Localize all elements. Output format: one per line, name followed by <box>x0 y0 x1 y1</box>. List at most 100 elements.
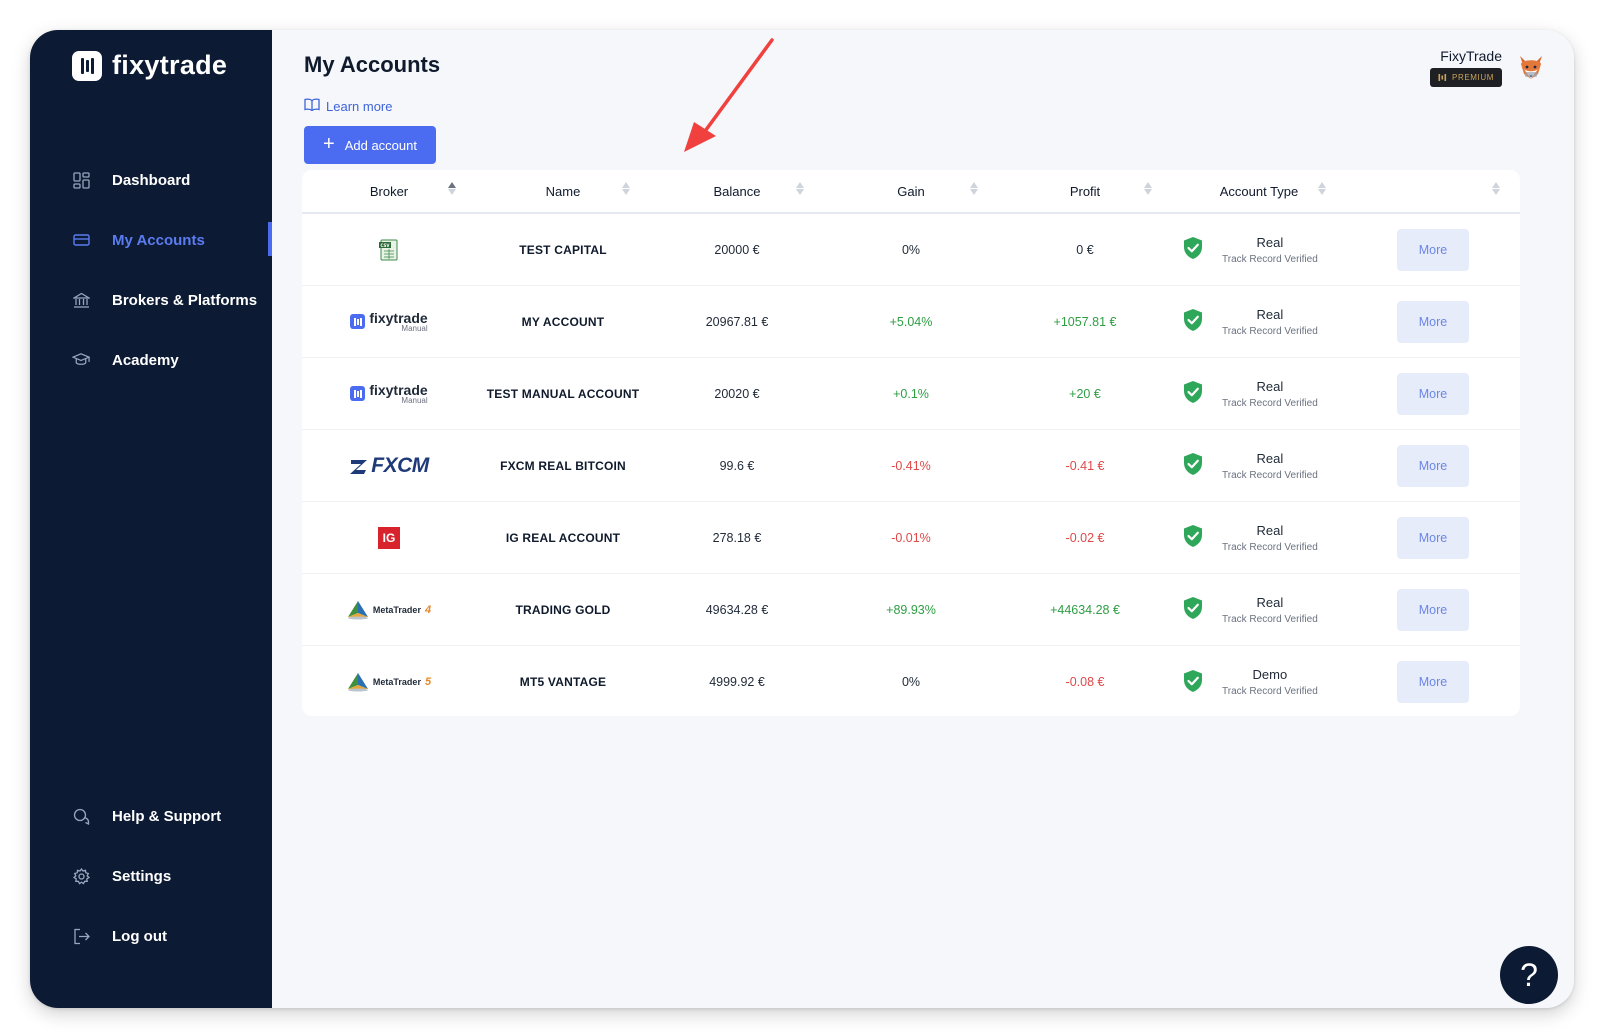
column-name[interactable]: Name <box>476 170 650 212</box>
column-account-type[interactable]: Account Type <box>1172 170 1346 212</box>
account-type-cell: Real Track Record Verified <box>1172 358 1346 429</box>
column-label: Balance <box>713 183 761 199</box>
account-name: MY ACCOUNT <box>521 314 605 329</box>
more-button[interactable]: More <box>1397 516 1469 559</box>
app-window: fixytrade Dashboard My Accounts Brokers … <box>30 30 1574 1008</box>
add-account-button[interactable]: + Add account <box>304 126 436 164</box>
verified-status: Track Record Verified <box>1222 469 1318 481</box>
column-label: Account Type <box>1219 183 1299 199</box>
account-type: Real <box>1256 522 1284 538</box>
premium-logo-icon <box>1438 74 1447 81</box>
help-button[interactable]: ? <box>1500 946 1558 1004</box>
account-name: FXCM REAL BITCOIN <box>500 458 626 473</box>
sidebar-item-label: Academy <box>112 351 179 369</box>
fox-avatar-icon[interactable] <box>1516 52 1546 82</box>
column-gain[interactable]: Gain <box>824 170 998 212</box>
add-account-label: Add account <box>344 137 417 153</box>
table-row: IG IG REAL ACCOUNT 278.18 € -0.01% -0.02 € Re… <box>302 502 1520 574</box>
sort-icon <box>1144 182 1152 195</box>
bank-icon <box>72 291 90 309</box>
sidebar-item-academy[interactable]: Academy <box>30 330 272 390</box>
more-button[interactable]: More <box>1397 444 1469 487</box>
more-button[interactable]: More <box>1397 300 1469 343</box>
broker-logo-sub: Manual <box>401 395 428 405</box>
main-content: My Accounts Learn more + Add account Fix… <box>272 30 1574 1008</box>
ig-broker-logo: IG <box>378 526 400 549</box>
account-name: IG REAL ACCOUNT <box>505 530 621 545</box>
account-balance: 278.18 € <box>712 530 762 545</box>
account-gain: +5.04% <box>889 314 933 329</box>
sidebar-item-help-support[interactable]: Help & Support <box>30 786 272 846</box>
table-row: fixytrade Manual TEST MANUAL ACCOUNT 20020 … <box>302 358 1520 430</box>
column-balance[interactable]: Balance <box>650 170 824 212</box>
sidebar-item-settings[interactable]: Settings <box>30 846 272 906</box>
user-profile[interactable]: FixyTrade PREMIUM <box>1430 48 1502 87</box>
sidebar-item-my-accounts[interactable]: My Accounts <box>30 210 272 270</box>
account-type: Real <box>1256 234 1284 250</box>
actions-cell: More <box>1346 646 1520 716</box>
sidebar-item-label: My Accounts <box>112 231 205 249</box>
account-type: Real <box>1256 594 1284 610</box>
account-gain: +0.1% <box>893 386 929 401</box>
sort-icon <box>796 182 804 195</box>
account-profit: -0.41 € <box>1065 458 1105 473</box>
card-icon <box>72 231 90 249</box>
table-row: MetaTrader 5 MT5 VANTAGE 4999.92 € 0% -0.08 €… <box>302 646 1520 716</box>
sidebar-item-label: Settings <box>112 867 172 885</box>
sidebar-item-brokers-platforms[interactable]: Brokers & Platforms <box>30 270 272 330</box>
account-type-cell: Real Track Record Verified <box>1172 286 1346 357</box>
verified-status: Track Record Verified <box>1222 325 1318 337</box>
premium-badge: PREMIUM <box>1430 68 1502 87</box>
account-type-cell: Real Track Record Verified <box>1172 502 1346 573</box>
sort-icon <box>1492 182 1500 195</box>
verified-status: Track Record Verified <box>1222 253 1318 265</box>
more-button[interactable]: More <box>1397 372 1469 415</box>
column-label: Profit <box>1069 183 1101 199</box>
account-name: TRADING GOLD <box>515 602 611 617</box>
column-broker[interactable]: Broker <box>302 170 476 212</box>
broker-logo-text: MetaTrader <box>372 677 421 687</box>
actions-cell: More <box>1346 358 1520 429</box>
account-type: Real <box>1256 450 1284 466</box>
account-profit: 0 € <box>1076 242 1094 257</box>
table-header: Broker Name Balance Gain Profit Account … <box>302 170 1520 214</box>
learn-more-link[interactable]: Learn more <box>304 98 392 114</box>
more-button[interactable]: More <box>1397 661 1469 703</box>
sidebar-item-logout[interactable]: Log out <box>30 906 272 966</box>
accounts-table: Broker Name Balance Gain Profit Account … <box>302 170 1520 716</box>
actions-cell: More <box>1346 286 1520 357</box>
account-type: Real <box>1256 378 1284 394</box>
column-profit[interactable]: Profit <box>998 170 1172 212</box>
account-gain: -0.01% <box>891 530 931 545</box>
sidebar-item-dashboard[interactable]: Dashboard <box>30 150 272 210</box>
table-row: CSV TEST CAPITAL 20000 € 0% 0 € Real Track Rec… <box>302 214 1520 286</box>
account-balance: 20967.81 € <box>705 314 769 329</box>
verified-shield-icon <box>1182 308 1204 335</box>
app-logo[interactable]: fixytrade <box>72 50 227 81</box>
fixytrade-logo-icon <box>72 50 102 81</box>
account-name: TEST MANUAL ACCOUNT <box>486 386 640 401</box>
verified-shield-icon <box>1182 596 1204 623</box>
metatrader-pyramid-icon <box>347 673 368 692</box>
plus-icon: + <box>323 133 335 155</box>
metatrader-broker-logo: MetaTrader 4 <box>347 600 431 620</box>
account-gain: 0% <box>901 242 921 257</box>
broker-cell: MetaTrader 4 <box>302 574 476 645</box>
account-type: Demo <box>1252 667 1288 682</box>
verified-status: Track Record Verified <box>1222 613 1318 625</box>
fixytrade-logo-icon <box>350 386 366 401</box>
column-actions[interactable] <box>1346 170 1520 212</box>
page-title: My Accounts <box>304 52 441 77</box>
account-profit: +20 € <box>1069 386 1101 401</box>
column-label: Gain <box>897 183 925 199</box>
premium-badge-label: PREMIUM <box>1452 73 1494 82</box>
fixytrade-broker-logo: fixytrade Manual <box>350 383 428 405</box>
broker-cell: fixytrade Manual <box>302 286 476 357</box>
sidebar: fixytrade Dashboard My Accounts Brokers … <box>30 30 272 1008</box>
account-balance: 49634.28 € <box>705 602 769 617</box>
sidebar-item-label: Dashboard <box>112 171 191 189</box>
more-button[interactable]: More <box>1397 228 1469 271</box>
verified-shield-icon <box>1182 524 1204 551</box>
actions-cell: More <box>1346 574 1520 645</box>
more-button[interactable]: More <box>1397 588 1469 631</box>
